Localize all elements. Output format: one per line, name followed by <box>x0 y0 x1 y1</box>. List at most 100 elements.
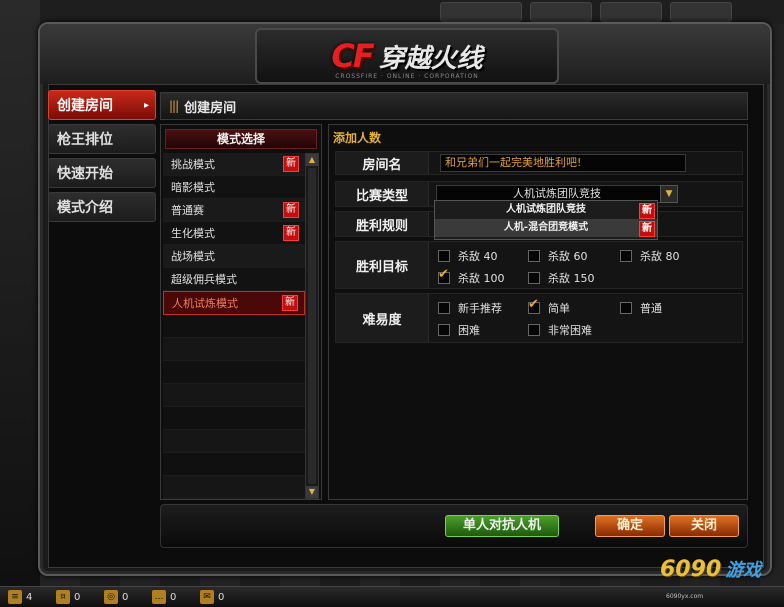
taskbar-item[interactable]: ◎ 0 <box>104 589 128 605</box>
room-name-input[interactable]: 和兄弟们一起完美地胜利吧! <box>440 154 686 172</box>
taskbar-count: 0 <box>74 591 81 603</box>
win-target-option[interactable]: 杀敌 40 <box>438 248 498 264</box>
room-settings-panel: 添加人数 房间名 和兄弟们一起完美地胜利吧! 比赛类型 人机试炼团队竞技 ▼ 胜… <box>328 124 748 500</box>
page-title-bar: ||| 创建房间 <box>160 92 748 120</box>
new-badge: 新 <box>639 221 655 237</box>
taskbar-count: 0 <box>218 591 225 603</box>
taskbar-item[interactable]: … 0 <box>152 589 176 605</box>
add-people-link[interactable]: 添加人数 <box>333 129 381 146</box>
dropdown-option-highlighted[interactable]: 人机-混合团竞模式 新 <box>435 219 657 237</box>
confirm-button[interactable]: 确定 <box>595 515 665 537</box>
nav-item-create-room[interactable]: 创建房间 ▸ <box>48 90 156 120</box>
action-bar: 单人对抗人机 确定 关闭 <box>160 504 748 548</box>
top-button <box>670 2 732 22</box>
match-type-dropdown: 人机试炼团队竞技 新 人机-混合团竞模式 新 <box>434 200 658 240</box>
mode-select-header: 模式选择 <box>165 129 317 149</box>
page-title: 创建房间 <box>184 100 237 116</box>
nav-label: 创建房间 <box>57 98 113 114</box>
checkbox-checked[interactable] <box>528 297 540 314</box>
mode-scrollbar[interactable]: ▲ ▼ <box>305 153 319 499</box>
win-rule-label: 胜利规则 <box>336 212 429 236</box>
new-badge: 新 <box>283 202 299 218</box>
mode-item[interactable]: 挑战模式 新 <box>163 153 305 176</box>
empty-row <box>163 384 305 407</box>
top-button <box>440 2 522 22</box>
win-target-label: 胜利目标 <box>336 242 429 288</box>
difficulty-option[interactable]: 普通 <box>620 300 662 316</box>
option-label: 人机试炼团队竞技 <box>506 204 586 215</box>
chevron-down-icon[interactable]: ▼ <box>660 185 678 203</box>
watermark-number: 6090 <box>660 557 722 582</box>
difficulty-option[interactable]: 困难 <box>438 322 480 338</box>
difficulty-option[interactable]: 简单 <box>528 297 570 316</box>
checkbox[interactable] <box>438 302 450 314</box>
difficulty-row: 难易度 新手推荐 简单 普通 困难 非常困难 <box>335 293 743 343</box>
difficulty-option[interactable]: 非常困难 <box>528 322 592 338</box>
mode-label: 人机试炼模式 <box>172 297 238 310</box>
site-watermark: 6090 游戏 6090yx.com <box>660 556 778 602</box>
dropdown-option[interactable]: 人机试炼团队竞技 新 <box>435 201 657 219</box>
match-type-label: 比赛类型 <box>336 182 429 206</box>
checkbox[interactable] <box>528 272 540 284</box>
bars-icon: ||| <box>169 99 179 113</box>
win-target-option[interactable]: 杀敌 150 <box>528 270 595 286</box>
mode-item[interactable]: 暗影模式 <box>163 176 305 199</box>
new-badge: 新 <box>283 225 299 241</box>
mode-item-selected[interactable]: 人机试炼模式 新 <box>163 291 305 315</box>
difficulty-option[interactable]: 新手推荐 <box>438 300 502 316</box>
close-button[interactable]: 关闭 <box>669 515 739 537</box>
taskbar-item[interactable]: ≡ 4 <box>8 589 32 605</box>
single-vs-ai-button[interactable]: 单人对抗人机 <box>445 515 559 537</box>
room-name-row: 房间名 和兄弟们一起完美地胜利吧! <box>335 151 743 175</box>
scroll-down-icon[interactable]: ▼ <box>306 486 318 498</box>
scroll-up-icon[interactable]: ▲ <box>306 154 318 166</box>
logo-title: 穿越火线 <box>378 43 483 74</box>
taskbar-count: 0 <box>122 591 129 603</box>
top-bar <box>0 0 784 24</box>
difficulty-label: 难易度 <box>336 294 429 342</box>
option-label: 人机-混合团竞模式 <box>503 222 589 233</box>
nav-item-ranked[interactable]: 枪王排位 <box>48 124 156 154</box>
win-target-option[interactable]: 杀敌 100 <box>438 267 505 286</box>
new-badge: 新 <box>639 203 655 219</box>
taskbar-count: 4 <box>26 591 33 603</box>
checkbox[interactable] <box>528 324 540 336</box>
option-label: 杀敌 60 <box>548 250 588 263</box>
checkbox[interactable] <box>620 250 632 262</box>
taskbar-count: 0 <box>170 591 177 603</box>
win-target-row: 胜利目标 杀敌 40 杀敌 60 杀敌 80 杀敌 100 杀敌 150 <box>335 241 743 289</box>
empty-row <box>163 338 305 361</box>
mail-icon: ✉ <box>200 590 214 604</box>
checkbox[interactable] <box>620 302 632 314</box>
empty-row <box>163 315 305 338</box>
mode-label: 普通赛 <box>171 204 204 217</box>
nav-label: 枪王排位 <box>57 132 113 148</box>
menu-icon: ≡ <box>8 590 22 604</box>
mode-item[interactable]: 普通赛 新 <box>163 199 305 222</box>
checkbox-checked[interactable] <box>438 267 450 284</box>
checkbox[interactable] <box>438 324 450 336</box>
top-button <box>530 2 592 22</box>
taskbar-item[interactable]: ✉ 0 <box>200 589 224 605</box>
mode-item[interactable]: 战场模式 <box>163 245 305 268</box>
taskbar-item[interactable]: ¤ 0 <box>56 589 80 605</box>
checkbox[interactable] <box>438 250 450 262</box>
scroll-thumb[interactable] <box>308 168 316 484</box>
win-target-option[interactable]: 杀敌 80 <box>620 248 680 264</box>
nav-item-mode-intro[interactable]: 模式介绍 <box>48 192 156 222</box>
mode-select-panel: 模式选择 挑战模式 新 暗影模式 普通赛 新 生化模式 新 战场模式 超级佣兵模… <box>160 124 322 500</box>
checkbox[interactable] <box>528 250 540 262</box>
top-button <box>600 2 662 22</box>
mode-item[interactable]: 超级佣兵模式 <box>163 268 305 291</box>
game-logo: CF 穿越火线 CROSSFIRE · ONLINE · CORPORATION <box>255 28 559 84</box>
coin-icon: ¤ <box>56 590 70 604</box>
mode-item[interactable]: 生化模式 新 <box>163 222 305 245</box>
side-panel <box>0 0 40 586</box>
mode-label: 超级佣兵模式 <box>171 273 237 286</box>
option-label: 杀敌 100 <box>458 272 505 285</box>
nav-item-quick-start[interactable]: 快速开始 <box>48 158 156 188</box>
win-target-option[interactable]: 杀敌 60 <box>528 248 588 264</box>
clan-icon: ◎ <box>104 590 118 604</box>
new-badge: 新 <box>282 295 298 311</box>
nav-label: 模式介绍 <box>57 200 113 216</box>
